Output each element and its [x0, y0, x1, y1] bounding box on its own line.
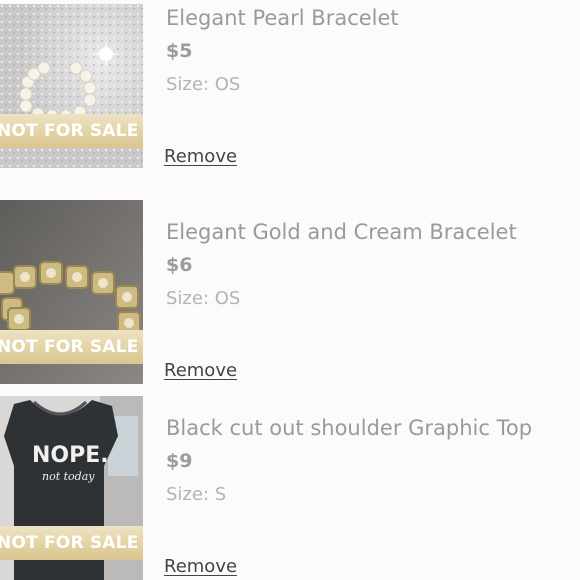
list-item: NOT FOR SALE Elegant Gold and Cream Brac… [0, 200, 580, 396]
item-size: Size: OS [166, 74, 241, 95]
item-title[interactable]: Elegant Gold and Cream Bracelet [166, 220, 517, 244]
remove-button[interactable]: Remove [164, 360, 237, 381]
item-size: Size: S [166, 484, 227, 505]
list-item: NOPE. not today NOT FOR SALE Black cut o… [0, 396, 580, 580]
remove-button[interactable]: Remove [164, 146, 237, 167]
item-title[interactable]: Elegant Pearl Bracelet [166, 6, 399, 30]
item-size: Size: OS [166, 288, 241, 309]
not-for-sale-ribbon: NOT FOR SALE [0, 526, 143, 560]
item-price: $5 [166, 40, 193, 62]
shirt-graphic-subtext: not today [42, 470, 95, 483]
product-thumbnail[interactable]: NOT FOR SALE [0, 200, 143, 384]
not-for-sale-ribbon: NOT FOR SALE [0, 114, 143, 148]
item-price: $6 [166, 254, 193, 276]
product-thumbnail[interactable]: NOPE. not today NOT FOR SALE [0, 396, 143, 580]
shirt-graphic-text: NOPE. [32, 443, 109, 468]
list-item: NOT FOR SALE Elegant Pearl Bracelet $5 S… [0, 0, 580, 180]
product-thumbnail[interactable]: NOT FOR SALE [0, 4, 143, 168]
listing-list: NOT FOR SALE Elegant Pearl Bracelet $5 S… [0, 0, 580, 580]
item-title[interactable]: Black cut out shoulder Graphic Top [166, 416, 532, 440]
remove-button[interactable]: Remove [164, 556, 237, 577]
item-price: $9 [166, 450, 193, 472]
not-for-sale-ribbon: NOT FOR SALE [0, 330, 143, 364]
